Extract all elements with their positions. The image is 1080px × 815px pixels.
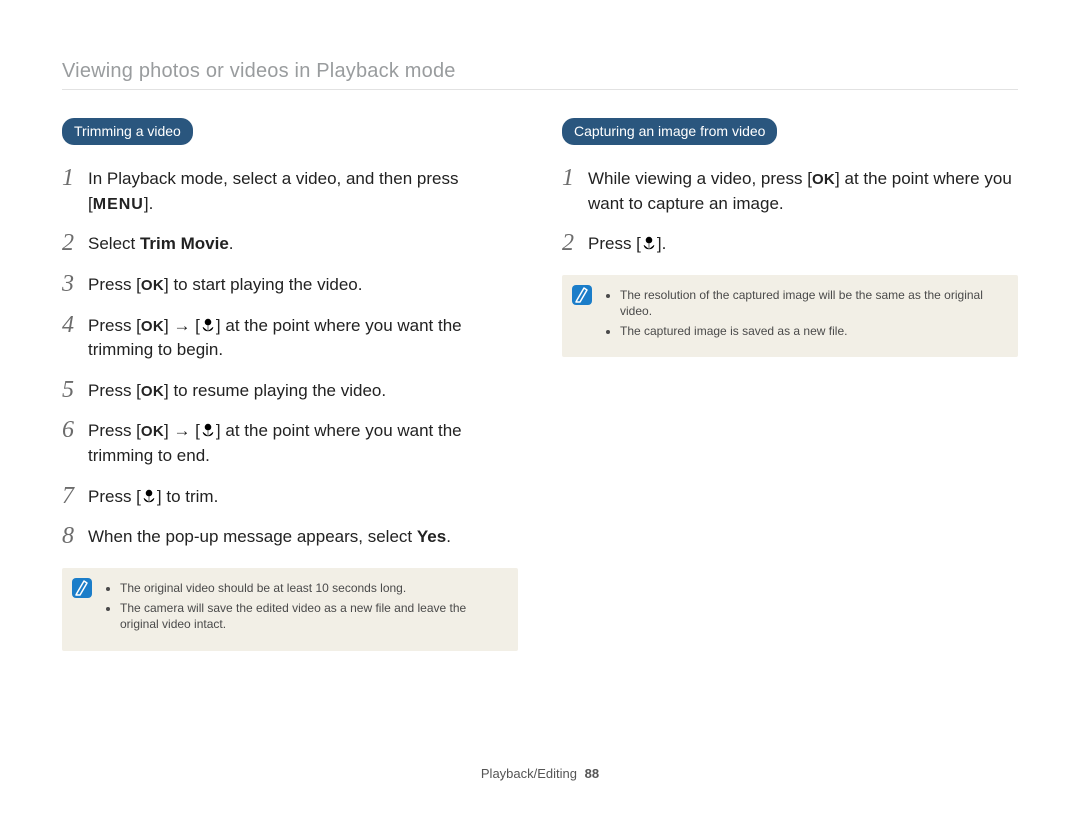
macro-icon [200, 422, 216, 438]
step-number: 3 [62, 271, 88, 297]
step-number: 2 [62, 230, 88, 256]
note-item: The original video should be at least 10… [120, 580, 504, 596]
left-steps: 1In Playback mode, select a video, and t… [62, 167, 518, 550]
footer-section: Playback/Editing [481, 766, 577, 781]
ok-key-label: OK [812, 171, 835, 188]
step-body: Press [OK] to start playing the video. [88, 273, 518, 298]
step-body: Press [] to trim. [88, 485, 518, 510]
step: 8When the pop-up message appears, select… [62, 525, 518, 550]
step: 7Press [] to trim. [62, 485, 518, 510]
step: 1While viewing a video, press [OK] at th… [562, 167, 1018, 216]
step: 1In Playback mode, select a video, and t… [62, 167, 518, 216]
right-column: Capturing an image from video 1While vie… [562, 118, 1018, 651]
step: 6Press [OK] → [] at the point where you … [62, 419, 518, 468]
step-body: When the pop-up message appears, select … [88, 525, 518, 550]
left-note-box: The original video should be at least 10… [62, 568, 518, 651]
ok-key-label: OK [141, 318, 164, 335]
note-icon [72, 578, 92, 598]
step-number: 7 [62, 483, 88, 509]
step: 2Select Trim Movie. [62, 232, 518, 257]
footer-page-number: 88 [585, 766, 599, 781]
pill-capturing: Capturing an image from video [562, 118, 777, 145]
step-body: Press [OK] → [] at the point where you w… [88, 419, 518, 468]
macro-icon [141, 488, 157, 504]
step-number: 8 [62, 523, 88, 549]
ok-key-label: OK [141, 277, 164, 294]
step: 5Press [OK] to resume playing the video. [62, 379, 518, 404]
step: 4Press [OK] → [] at the point where you … [62, 314, 518, 363]
note-item: The resolution of the captured image wil… [620, 287, 1004, 319]
step-number: 2 [562, 230, 588, 256]
step-body: In Playback mode, select a video, and th… [88, 167, 518, 216]
right-steps: 1While viewing a video, press [OK] at th… [562, 167, 1018, 257]
step-body: Press []. [588, 232, 1018, 257]
macro-icon [641, 235, 657, 251]
pill-trimming: Trimming a video [62, 118, 193, 145]
step-body: Press [OK] → [] at the point where you w… [88, 314, 518, 363]
step-number: 1 [62, 165, 88, 191]
macro-icon [200, 317, 216, 333]
left-notes: The original video should be at least 10… [106, 578, 504, 637]
step-body: While viewing a video, press [OK] at the… [588, 167, 1018, 216]
page-footer: Playback/Editing 88 [0, 766, 1080, 781]
left-column: Trimming a video 1In Playback mode, sele… [62, 118, 518, 651]
ok-key-label: OK [141, 423, 164, 440]
step-body: Press [OK] to resume playing the video. [88, 379, 518, 404]
menu-key-label: MENU [93, 196, 144, 213]
step: 2Press []. [562, 232, 1018, 257]
right-note-box: The resolution of the captured image wil… [562, 275, 1018, 358]
note-icon [572, 285, 592, 305]
step-body: Select Trim Movie. [88, 232, 518, 257]
note-item: The captured image is saved as a new fil… [620, 323, 1004, 339]
step: 3Press [OK] to start playing the video. [62, 273, 518, 298]
note-item: The camera will save the edited video as… [120, 600, 504, 632]
ok-key-label: OK [141, 383, 164, 400]
step-number: 1 [562, 165, 588, 191]
page-header: Viewing photos or videos in Playback mod… [62, 60, 1018, 90]
right-notes: The resolution of the captured image wil… [606, 285, 1004, 344]
step-number: 6 [62, 417, 88, 443]
step-number: 4 [62, 312, 88, 338]
step-number: 5 [62, 377, 88, 403]
